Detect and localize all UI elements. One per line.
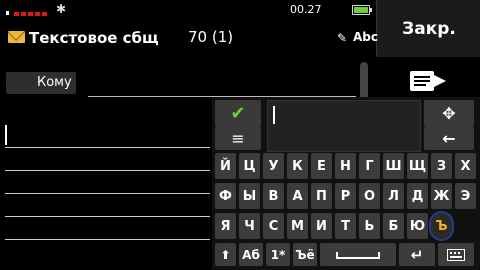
key[interactable]: Е [311, 153, 332, 179]
key[interactable]: Ж [431, 183, 452, 209]
key[interactable]: В [263, 183, 284, 209]
language-label: Аб [242, 247, 260, 262]
bluetooth-icon: ✱ [56, 2, 67, 16]
key[interactable]: Щ [407, 153, 428, 179]
key[interactable]: Ц [239, 153, 260, 179]
key[interactable]: У [263, 153, 284, 179]
key[interactable]: Ч [239, 213, 260, 239]
key[interactable]: Ю [407, 213, 428, 239]
ok-icon: ✔ [230, 102, 246, 124]
message-line[interactable] [5, 239, 210, 240]
key[interactable]: Н [335, 153, 356, 179]
signal-bar-2 [21, 12, 26, 16]
keyboard-toggle-key[interactable] [438, 243, 474, 266]
menu-key[interactable]: ≡ [215, 126, 261, 150]
signal-bar-4 [35, 12, 40, 16]
ok-key[interactable]: ✔ [215, 100, 261, 126]
key[interactable]: З [431, 153, 452, 179]
message-line[interactable] [5, 193, 210, 194]
virtual-keyboard: ✔ ✥ ≡ ← ЙЦУКЕНГШЩЗХ ФЫВАПРОЛДЖЭ ЯЧСМИТЬБ… [212, 97, 480, 270]
special-chars-label: Ъё [295, 247, 315, 262]
signal-bar-1 [14, 12, 19, 16]
language-key[interactable]: Аб [239, 243, 263, 266]
clock: 00.27 [290, 3, 322, 16]
key[interactable]: Э [455, 183, 476, 209]
key[interactable]: М [287, 213, 308, 239]
message-type-title: Текстовое сбщ [29, 29, 159, 47]
key[interactable]: О [359, 183, 380, 209]
key[interactable]: Я [215, 213, 236, 239]
symbols-key[interactable]: 1* [266, 243, 290, 266]
input-mode-indicator[interactable]: Abc [353, 30, 378, 44]
key[interactable]: П [311, 183, 332, 209]
input-caret [273, 106, 275, 124]
key[interactable]: Т [335, 213, 356, 239]
battery-icon [352, 5, 372, 15]
space-icon [336, 251, 380, 259]
key[interactable]: Б [383, 213, 404, 239]
backspace-key[interactable]: ← [424, 126, 474, 150]
symbols-label: 1* [270, 247, 286, 262]
key[interactable]: Л [383, 183, 404, 209]
signal-bar-5 [42, 12, 47, 16]
text-cursor [5, 125, 7, 145]
signal-bar-3 [28, 12, 33, 16]
message-line[interactable] [5, 170, 210, 171]
shift-icon: ⬆ [220, 247, 231, 262]
key[interactable]: Г [359, 153, 380, 179]
key[interactable]: К [287, 153, 308, 179]
to-button[interactable]: Кому [6, 72, 76, 94]
close-button[interactable]: Закр. [376, 0, 480, 57]
key[interactable]: Р [335, 183, 356, 209]
special-chars-key[interactable]: Ъё [293, 243, 317, 266]
char-counter: 70 (1) [188, 28, 234, 46]
message-line[interactable] [5, 147, 210, 148]
shift-key[interactable]: ⬆ [215, 243, 236, 266]
key[interactable]: И [311, 213, 332, 239]
send-icon[interactable] [408, 68, 448, 94]
envelope-icon [8, 31, 25, 43]
signal-dot [6, 11, 9, 15]
backspace-icon: ← [442, 128, 456, 148]
key[interactable]: Д [407, 183, 428, 209]
move-key[interactable]: ✥ [424, 100, 474, 126]
scrollbar[interactable] [360, 62, 368, 102]
key[interactable]: Ь [359, 213, 380, 239]
enter-icon: ↵ [410, 245, 424, 264]
keyboard-input-field[interactable] [267, 100, 421, 152]
keyboard-icon [447, 248, 465, 261]
space-key[interactable] [320, 243, 396, 266]
key[interactable]: Х [455, 153, 476, 179]
message-line[interactable] [5, 216, 210, 217]
key[interactable]: А [287, 183, 308, 209]
enter-key[interactable]: ↵ [399, 243, 435, 266]
menu-icon: ≡ [231, 128, 245, 148]
status-bar: ✱ 00.27 [0, 0, 375, 20]
key[interactable]: Ш [383, 153, 404, 179]
move-icon: ✥ [442, 103, 456, 123]
message-header: Текстовое сбщ 70 (1) ✎ Abc [0, 22, 378, 52]
key[interactable]: Ф [215, 183, 236, 209]
key[interactable]: Й [215, 153, 236, 179]
key[interactable]: Ъ [431, 213, 452, 239]
pen-icon: ✎ [337, 31, 348, 45]
to-label: Кому [37, 75, 72, 90]
key[interactable]: Ы [239, 183, 260, 209]
key[interactable]: С [263, 213, 284, 239]
